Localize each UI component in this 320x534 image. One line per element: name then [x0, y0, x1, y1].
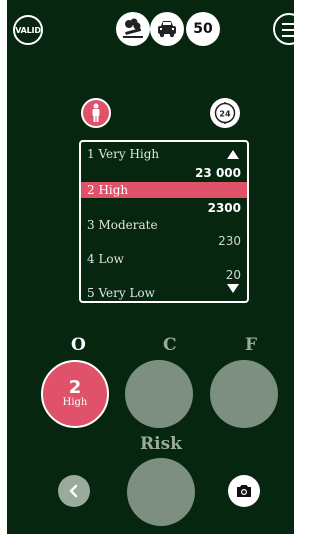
- car-accident-glyph: [158, 21, 176, 38]
- scroll-up-icon[interactable]: [227, 150, 239, 159]
- risk-scale-picker[interactable]: 1 Very High 23 000 2 High 2300 3 Moderat…: [79, 140, 249, 303]
- valid-button[interactable]: VALID: [13, 15, 43, 45]
- column-label-c: C: [163, 335, 177, 355]
- column-label-o: O: [71, 335, 86, 355]
- camera-button[interactable]: [228, 475, 260, 507]
- frequency-circle[interactable]: [210, 360, 278, 428]
- occurrence-value: 2: [68, 377, 82, 398]
- scale-item-value: 23 000: [195, 166, 241, 180]
- scale-item-label[interactable]: 3 Moderate: [87, 218, 158, 232]
- occurrence-circle[interactable]: 2 High: [41, 360, 109, 428]
- menu-button[interactable]: [273, 13, 294, 45]
- app-screen: VALID 50 24 1 Very High 23 000 2 High 23…: [7, 0, 294, 534]
- timer-label: 24: [219, 110, 231, 119]
- scale-item-label[interactable]: 4 Low: [87, 252, 124, 266]
- scale-item-value: 230: [218, 234, 241, 248]
- scale-item-value: 2300: [207, 201, 241, 215]
- camera-icon: [237, 485, 251, 497]
- scale-item-label[interactable]: 5 Very Low: [87, 286, 155, 300]
- column-label-f: F: [245, 335, 258, 355]
- back-button[interactable]: [58, 475, 90, 507]
- menu-line: [282, 23, 294, 25]
- car-accident-icon[interactable]: [150, 12, 184, 46]
- timer-24-icon[interactable]: 24: [210, 98, 240, 128]
- person-glyph: [92, 103, 100, 122]
- menu-line: [282, 35, 294, 37]
- scale-item-value: 20: [225, 268, 241, 282]
- scroll-down-icon[interactable]: [227, 284, 239, 293]
- timer-glyph: 24: [214, 102, 236, 124]
- risk-label: Risk: [140, 434, 182, 454]
- counter-badge[interactable]: 50: [186, 12, 220, 46]
- fallen-tree-glyph: [123, 18, 143, 38]
- menu-line: [282, 29, 294, 31]
- person-icon[interactable]: [81, 98, 111, 128]
- risk-circle[interactable]: [127, 458, 195, 526]
- occurrence-text: High: [62, 397, 88, 408]
- fallen-tree-icon[interactable]: [116, 12, 150, 46]
- scale-item-label[interactable]: 2 High: [87, 183, 128, 197]
- consequence-circle[interactable]: [125, 360, 193, 428]
- chevron-left-icon: [69, 484, 78, 498]
- scale-item-label[interactable]: 1 Very High: [87, 147, 159, 161]
